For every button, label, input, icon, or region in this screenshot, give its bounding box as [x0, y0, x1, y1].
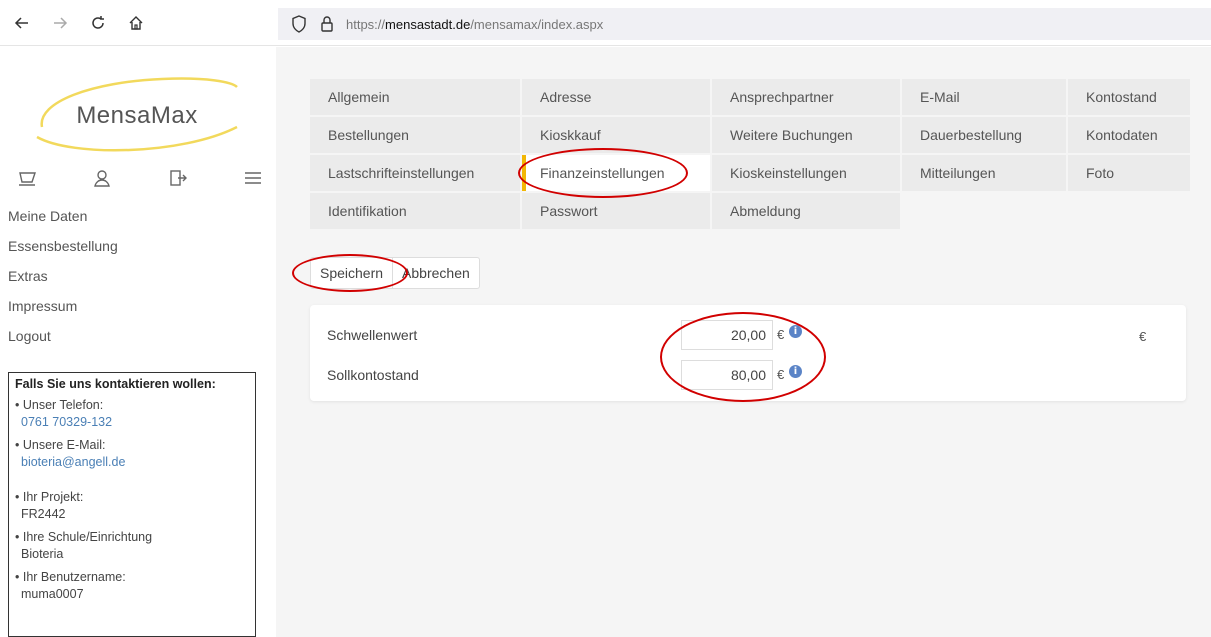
browser-toolbar: https://mensastadt.de/mensamax/index.asp…: [0, 0, 1211, 46]
tab-lastschrifteinstellungen[interactable]: Lastschrifteinstellungen: [310, 155, 520, 191]
cancel-button[interactable]: Abbrechen: [392, 258, 479, 288]
reload-icon[interactable]: [88, 13, 108, 33]
threshold-input[interactable]: 20,00: [681, 320, 773, 350]
url-host: mensastadt.de: [385, 16, 471, 32]
url-path: /mensamax/index.aspx: [470, 16, 604, 32]
menu-item-extras[interactable]: Extras: [8, 265, 118, 295]
tab-kioskkauf[interactable]: Kioskkauf: [522, 117, 710, 153]
browser-nav: [12, 8, 146, 38]
contact-phone-link[interactable]: 0761 70329-132: [15, 414, 249, 431]
mensamax-logo[interactable]: MensaMax: [32, 67, 242, 157]
tab-dauerbestellung[interactable]: Dauerbestellung: [902, 117, 1066, 153]
tab-foto[interactable]: Foto: [1068, 155, 1190, 191]
contact-project-label: • Ihr Projekt:: [15, 490, 84, 504]
logout-icon[interactable]: [167, 167, 189, 189]
overdraft-label: Sollkontostand: [327, 367, 419, 383]
contact-school: • Ihre Schule/Einrichtung Bioteria: [15, 529, 249, 563]
save-button[interactable]: Speichern: [311, 258, 392, 288]
contact-user-label: • Ihr Benutzername:: [15, 570, 126, 584]
tab-weitere-buchungen[interactable]: Weitere Buchungen: [712, 117, 900, 153]
contact-email-label: • Unsere E-Mail:: [15, 438, 106, 452]
tab-abmeldung[interactable]: Abmeldung: [712, 193, 900, 229]
contact-project: • Ihr Projekt: FR2442: [15, 489, 249, 523]
contact-school-value: Bioteria: [21, 547, 64, 561]
tab-empty: [902, 193, 1066, 229]
tab-allgemein[interactable]: Allgemein: [310, 79, 520, 115]
extra-currency: €: [1139, 329, 1147, 344]
menu-item-essensbestellung[interactable]: Essensbestellung: [8, 235, 118, 265]
sidebar: MensaMax Meine Daten Essensbestellung Ex…: [0, 47, 276, 637]
overdraft-currency: €: [777, 367, 785, 382]
contact-user-value: muma0007: [21, 587, 84, 601]
tab-grid: Allgemein Adresse Ansprechpartner E-Mail…: [310, 79, 1190, 229]
user-icon[interactable]: [91, 167, 113, 189]
contact-phone: • Unser Telefon: 0761 70329-132: [15, 397, 249, 431]
lock-icon[interactable]: [318, 15, 336, 33]
cart-icon[interactable]: [16, 167, 38, 189]
contact-title: Falls Sie uns kontaktieren wollen:: [15, 377, 216, 391]
url-text[interactable]: https://mensastadt.de/mensamax/index.asp…: [346, 17, 603, 32]
overdraft-input[interactable]: 80,00: [681, 360, 773, 390]
threshold-currency: €: [777, 327, 785, 342]
tab-adresse[interactable]: Adresse: [522, 79, 710, 115]
url-scheme: https://: [346, 16, 386, 32]
action-buttons: Speichern Abbrechen: [310, 257, 480, 289]
menu-item-meine-daten[interactable]: Meine Daten: [8, 205, 118, 235]
threshold-info-icon[interactable]: i: [789, 325, 802, 338]
tab-kontostand[interactable]: Kontostand: [1068, 79, 1190, 115]
threshold-label: Schwellenwert: [327, 327, 418, 343]
contact-user: • Ihr Benutzername: muma0007: [15, 569, 249, 603]
contact-project-value: FR2442: [21, 507, 66, 521]
finance-settings-panel: Schwellenwert 20,00 € i Sollkontostand 8…: [310, 305, 1186, 401]
tab-kontodaten[interactable]: Kontodaten: [1068, 117, 1190, 153]
tab-identifikation[interactable]: Identifikation: [310, 193, 520, 229]
tab-empty: [1068, 193, 1190, 229]
tab-passwort[interactable]: Passwort: [522, 193, 710, 229]
main-content: Allgemein Adresse Ansprechpartner E-Mail…: [276, 47, 1211, 637]
tab-email[interactable]: E-Mail: [902, 79, 1066, 115]
home-icon[interactable]: [126, 13, 146, 33]
sidebar-menu: Meine Daten Essensbestellung Extras Impr…: [8, 205, 118, 355]
tab-finanzeinstellungen[interactable]: Finanzeinstellungen: [522, 155, 710, 191]
contact-school-label: • Ihre Schule/Einrichtung: [15, 530, 153, 544]
menu-item-logout[interactable]: Logout: [8, 325, 118, 355]
forward-arrow-icon[interactable]: [50, 13, 70, 33]
hamburger-menu-icon[interactable]: [242, 167, 264, 189]
overdraft-info-icon[interactable]: i: [789, 365, 802, 378]
contact-email: • Unsere E-Mail: bioteria@angell.de: [15, 437, 249, 471]
tab-kioskeinstellungen[interactable]: Kioskeinstellungen: [712, 155, 900, 191]
url-bar[interactable]: https://mensastadt.de/mensamax/index.asp…: [278, 8, 1211, 40]
tab-mitteilungen[interactable]: Mitteilungen: [902, 155, 1066, 191]
back-arrow-icon[interactable]: [12, 13, 32, 33]
menu-item-impressum[interactable]: Impressum: [8, 295, 118, 325]
sidebar-icon-row: [10, 164, 270, 192]
contact-phone-label: • Unser Telefon:: [15, 398, 104, 412]
shield-icon[interactable]: [290, 15, 308, 33]
logo-text: MensaMax: [76, 102, 198, 129]
contact-email-link[interactable]: bioteria@angell.de: [15, 454, 249, 471]
tab-bestellungen[interactable]: Bestellungen: [310, 117, 520, 153]
contact-box: Falls Sie uns kontaktieren wollen: • Uns…: [8, 372, 256, 637]
tab-ansprechpartner[interactable]: Ansprechpartner: [712, 79, 900, 115]
